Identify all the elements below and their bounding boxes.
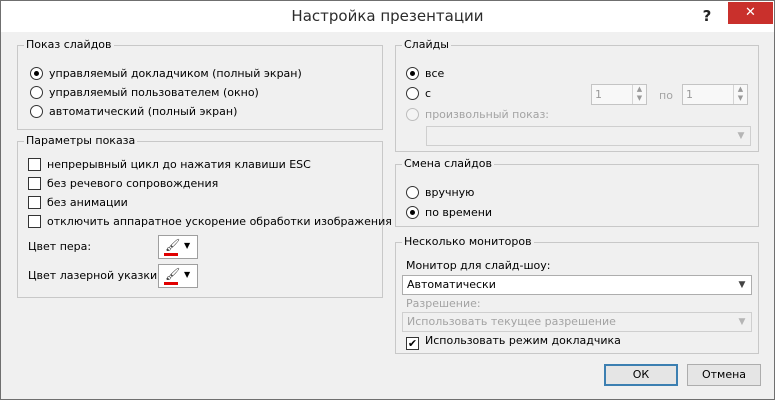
- option-label: произвольный показ:: [425, 108, 550, 121]
- setup-show-dialog: Настройка презентации ? ✕ Показ слайдов …: [0, 0, 775, 400]
- resolution-label: Разрешение:: [406, 297, 481, 310]
- monitors-legend: Несколько мониторов: [402, 235, 534, 248]
- close-icon: ✕: [745, 5, 756, 20]
- dropdown-arrow-icon: ▼: [184, 270, 191, 279]
- laser-color-swatch: [164, 282, 178, 285]
- monitor-value: Автоматически: [407, 278, 496, 291]
- slides-group: Слайды все с 1 ▲ ▼ по 1 ▲ ▼ произвольный п…: [395, 38, 759, 152]
- from-slide-value: 1: [595, 88, 602, 101]
- pen-color-label: Цвет пера:: [28, 240, 92, 253]
- checkbox-icon[interactable]: [28, 215, 41, 228]
- option-label: все: [425, 67, 445, 80]
- checkbox-icon[interactable]: [28, 177, 41, 190]
- checkbox-label: Использовать режим докладчика: [425, 334, 621, 347]
- checkbox-label: без анимации: [47, 196, 128, 209]
- slides-all-option[interactable]: все: [406, 66, 444, 82]
- no-narration-checkbox[interactable]: без речевого сопровождения: [28, 176, 218, 192]
- monitor-label: Монитор для слайд-шоу:: [406, 259, 551, 272]
- paint-bucket-icon: 🖌: [165, 238, 181, 252]
- laser-color-button[interactable]: 🖌 ▼: [158, 264, 198, 288]
- laser-color-label: Цвет лазерной указки:: [28, 269, 161, 282]
- dialog-title: Настройка презентации: [291, 7, 484, 25]
- radio-icon[interactable]: [30, 67, 43, 80]
- option-label: управляемый пользователем (окно): [49, 86, 259, 99]
- title-bar: Настройка презентации ? ✕: [1, 1, 774, 32]
- radio-icon[interactable]: [406, 87, 419, 100]
- radio-icon[interactable]: [30, 86, 43, 99]
- show-options-legend: Параметры показа: [24, 134, 138, 147]
- show-options-group: Параметры показа непрерывный цикл до наж…: [17, 134, 392, 298]
- pen-color-swatch: [164, 253, 178, 256]
- show-type-kiosk-option[interactable]: автоматический (полный экран): [30, 104, 237, 120]
- chevron-down-icon: ▼: [738, 280, 746, 290]
- show-type-window-option[interactable]: управляемый пользователем (окно): [30, 85, 259, 101]
- to-slide-value: 1: [686, 88, 693, 101]
- resolution-dropdown[interactable]: Использовать текущее разрешение ▼: [402, 312, 752, 332]
- option-label: с: [425, 87, 432, 100]
- checkbox-label: отключить аппаратное ускорение обработки…: [47, 215, 392, 228]
- monitor-dropdown[interactable]: Автоматически ▼: [402, 275, 752, 295]
- show-type-group: Показ слайдов управляемый докладчиком (п…: [17, 38, 383, 130]
- pen-color-button[interactable]: 🖌 ▼: [158, 235, 198, 259]
- help-button[interactable]: ?: [695, 5, 719, 27]
- disable-hw-acceleration-checkbox[interactable]: отключить аппаратное ускорение обработки…: [28, 214, 392, 230]
- show-type-legend: Показ слайдов: [24, 38, 114, 51]
- checkbox-label: непрерывный цикл до нажатия клавиши ESC: [47, 158, 311, 171]
- radio-icon[interactable]: [406, 186, 419, 199]
- slides-from-option[interactable]: с: [406, 86, 431, 102]
- option-label: автоматический (полный экран): [49, 105, 238, 118]
- slides-legend: Слайды: [402, 38, 451, 51]
- custom-show-dropdown[interactable]: ▼: [426, 126, 751, 146]
- show-type-presenter-option[interactable]: управляемый докладчиком (полный экран): [30, 66, 302, 82]
- advance-slides-legend: Смена слайдов: [402, 157, 494, 170]
- checkbox-icon[interactable]: [28, 196, 41, 209]
- monitors-group: Несколько мониторов Монитор для слайд-шо…: [395, 235, 759, 354]
- ok-button[interactable]: ОК: [604, 364, 678, 386]
- dropdown-arrow-icon: ▼: [184, 241, 191, 250]
- paint-bucket-icon: 🖌: [165, 267, 181, 281]
- from-slide-spinner[interactable]: 1 ▲ ▼: [591, 84, 647, 105]
- custom-show-option[interactable]: произвольный показ:: [406, 107, 549, 123]
- advance-slides-group: Смена слайдов вручную по времени: [395, 157, 759, 227]
- radio-icon[interactable]: [406, 67, 419, 80]
- chevron-down-icon: ▼: [738, 317, 746, 327]
- radio-icon[interactable]: [30, 105, 43, 118]
- spinner-arrows-icon[interactable]: ▲ ▼: [632, 85, 646, 104]
- advance-manual-option[interactable]: вручную: [406, 185, 474, 201]
- loop-until-esc-checkbox[interactable]: непрерывный цикл до нажатия клавиши ESC: [28, 157, 311, 173]
- advance-timed-option[interactable]: по времени: [406, 205, 492, 221]
- checkbox-label: без речевого сопровождения: [47, 177, 219, 190]
- to-label: по: [659, 89, 673, 102]
- presenter-view-checkbox[interactable]: ✔ Использовать режим докладчика: [406, 333, 621, 350]
- spinner-arrows-icon[interactable]: ▲ ▼: [733, 85, 747, 104]
- resolution-value: Использовать текущее разрешение: [407, 315, 616, 328]
- chevron-down-icon: ▼: [737, 131, 745, 141]
- cancel-button[interactable]: Отмена: [687, 364, 761, 386]
- option-label: управляемый докладчиком (полный экран): [49, 67, 302, 80]
- checkbox-icon[interactable]: [28, 158, 41, 171]
- checkmark-icon[interactable]: ✔: [406, 337, 419, 350]
- option-label: вручную: [425, 186, 475, 199]
- radio-icon[interactable]: [406, 108, 419, 121]
- close-button[interactable]: ✕: [728, 2, 773, 24]
- no-animation-checkbox[interactable]: без анимации: [28, 195, 128, 211]
- option-label: по времени: [425, 206, 493, 219]
- to-slide-spinner[interactable]: 1 ▲ ▼: [682, 84, 748, 105]
- radio-icon[interactable]: [406, 206, 419, 219]
